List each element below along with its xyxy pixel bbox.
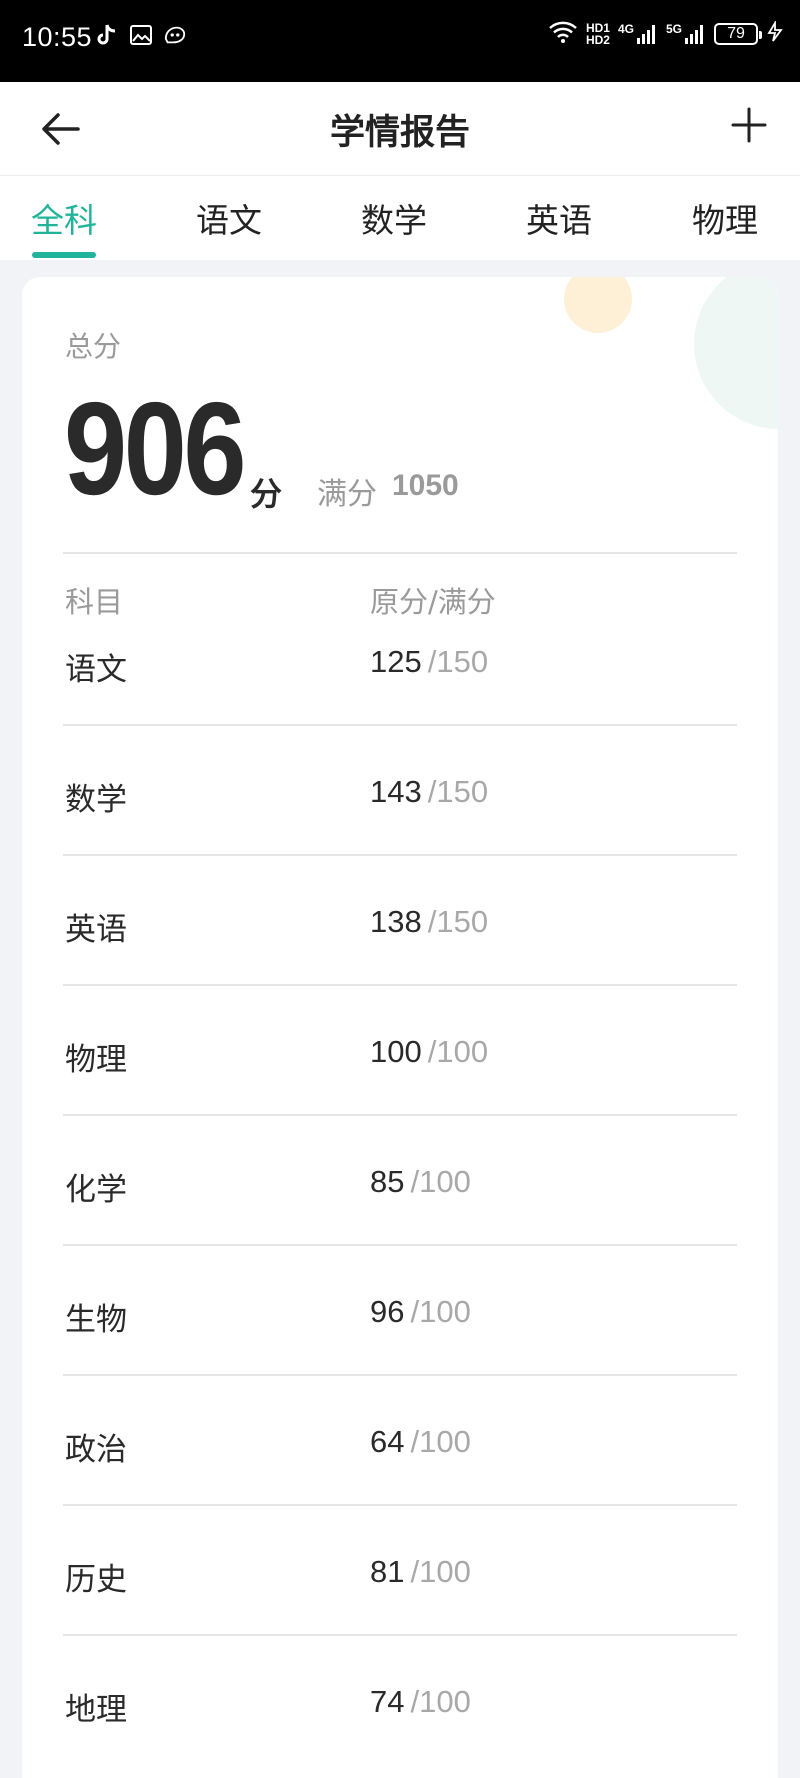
- row-divider: [63, 1504, 737, 1506]
- gallery-icon: [129, 22, 153, 48]
- raw-score: 74: [370, 1684, 405, 1719]
- status-bar: 10:55 HD1 HD2 4G 5G 79: [0, 0, 800, 82]
- app-notification-icon: [163, 22, 187, 48]
- row-divider: [63, 1244, 737, 1246]
- table-row[interactable]: 语文 125/150: [63, 644, 737, 774]
- subject-name: 语文: [65, 652, 127, 688]
- subject-name: 物理: [65, 1042, 127, 1078]
- raw-score: 143: [370, 774, 422, 809]
- full-mark: /150: [427, 644, 489, 679]
- full-mark: /100: [410, 1164, 471, 1199]
- full-mark: /100: [410, 1684, 471, 1719]
- signal-5g: 5G: [666, 23, 706, 45]
- battery-icon: 79: [714, 23, 762, 45]
- tiktok-icon: [95, 22, 119, 48]
- status-time: 10:55: [22, 22, 93, 52]
- table-row[interactable]: 英语 138/150: [63, 904, 737, 1034]
- decorative-circle: [694, 277, 778, 429]
- table-row[interactable]: 生物 96/100: [63, 1294, 737, 1424]
- signal-4g: 4G: [618, 23, 658, 45]
- raw-score: 96: [370, 1294, 405, 1329]
- tab-physics[interactable]: 物理: [670, 194, 780, 242]
- full-mark: /150: [427, 774, 489, 809]
- subject-name: 英语: [65, 912, 127, 948]
- raw-score: 100: [370, 1034, 422, 1069]
- active-tab-indicator: [32, 252, 96, 258]
- column-header-subject: 科目: [65, 585, 124, 619]
- signal-bars-icon: [636, 25, 655, 44]
- decorative-circle: [564, 277, 632, 333]
- total-score-label: 总分: [65, 330, 122, 363]
- table-row[interactable]: 政治 64/100: [63, 1424, 737, 1554]
- divider: [63, 552, 737, 554]
- full-mark: /100: [410, 1424, 471, 1459]
- add-button[interactable]: [728, 104, 770, 146]
- battery-level: 79: [727, 25, 745, 42]
- raw-score: 125: [370, 644, 422, 679]
- subject-name: 生物: [65, 1302, 127, 1338]
- charging-icon: [766, 19, 784, 47]
- full-score-label: 满分: [317, 477, 377, 512]
- full-mark: /150: [427, 904, 489, 939]
- tab-chinese[interactable]: 语文: [174, 194, 284, 242]
- net-5g-label: 5G: [665, 22, 682, 36]
- row-divider: [63, 1114, 737, 1116]
- hd-indicator: HD1 HD2: [586, 22, 610, 46]
- tab-english[interactable]: 英语: [504, 194, 614, 242]
- hd2-label: HD2: [585, 33, 610, 47]
- row-divider: [63, 984, 737, 986]
- column-header-score: 原分/满分: [370, 585, 496, 619]
- subject-tabs: 全科 语文 数学 英语 物理: [0, 176, 800, 260]
- score-card: 总分 906 分 满分 1050 科目 原分/满分 语文 125/150 数学 …: [22, 277, 778, 1778]
- row-divider: [63, 854, 737, 856]
- subject-name: 历史: [65, 1562, 127, 1598]
- raw-score: 64: [370, 1424, 405, 1459]
- raw-score: 81: [370, 1554, 405, 1589]
- subject-name: 数学: [65, 782, 127, 818]
- row-divider: [63, 724, 737, 726]
- signal-bars-icon: [685, 25, 703, 44]
- raw-score: 138: [370, 904, 422, 939]
- nav-bar: 学情报告: [0, 82, 800, 176]
- table-row[interactable]: 历史 81/100: [63, 1554, 737, 1684]
- subject-name: 地理: [65, 1692, 127, 1728]
- row-divider: [63, 1374, 737, 1376]
- raw-score: 85: [370, 1164, 405, 1199]
- full-mark: /100: [410, 1554, 471, 1589]
- table-row[interactable]: 地理 74/100: [63, 1684, 737, 1778]
- full-score-value: 1050: [392, 469, 459, 502]
- row-divider: [63, 1634, 737, 1636]
- subject-name: 政治: [65, 1432, 127, 1468]
- plus-icon: [731, 107, 767, 143]
- table-row[interactable]: 化学 85/100: [63, 1164, 737, 1294]
- total-score-value: 906: [64, 375, 247, 522]
- total-score-unit: 分: [250, 475, 283, 513]
- net-4g-label: 4G: [617, 22, 634, 36]
- table-row[interactable]: 数学 143/150: [63, 774, 737, 904]
- full-mark: /100: [410, 1294, 471, 1329]
- full-mark: /100: [427, 1034, 489, 1069]
- wifi-icon: [548, 20, 578, 48]
- table-row[interactable]: 物理 100/100: [63, 1034, 737, 1164]
- tab-all-subjects[interactable]: 全科: [9, 194, 119, 242]
- tab-math[interactable]: 数学: [339, 194, 449, 242]
- page-title: 学情报告: [329, 113, 470, 153]
- subject-name: 化学: [65, 1172, 127, 1208]
